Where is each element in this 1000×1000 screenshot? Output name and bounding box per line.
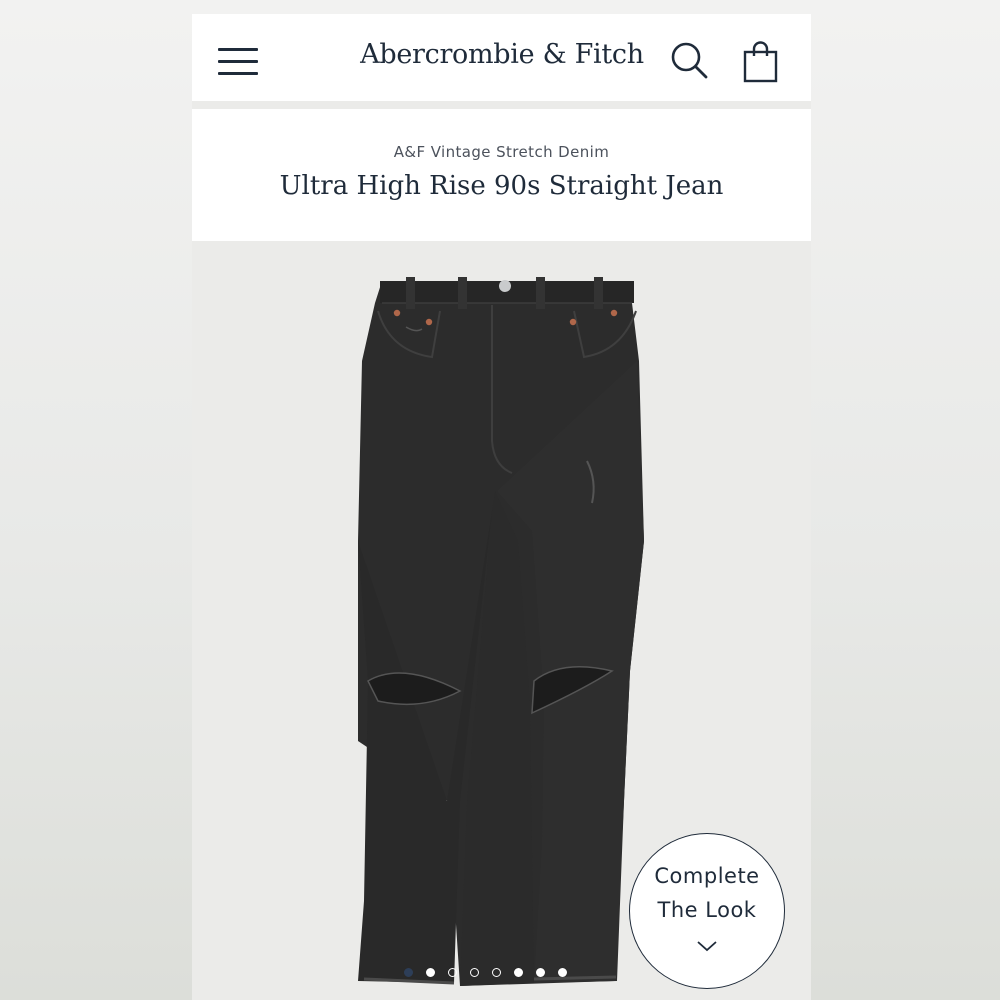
carousel-dot[interactable] [426, 967, 435, 977]
brand-logo[interactable]: Abercrombie & Fitch [357, 39, 647, 70]
product-header: A&F Vintage Stretch Denim Ultra High Ris… [192, 109, 811, 241]
carousel-dot[interactable] [514, 967, 523, 977]
search-icon[interactable] [670, 41, 710, 81]
hamburger-menu-icon[interactable] [216, 44, 258, 78]
complete-the-look-line1: Complete [654, 864, 760, 888]
shopping-bag-icon[interactable] [742, 40, 780, 84]
product-collection: A&F Vintage Stretch Denim [393, 143, 610, 161]
carousel-pagination [404, 965, 567, 979]
complete-the-look-line2: The Look [657, 898, 757, 922]
chevron-down-icon [697, 941, 717, 952]
carousel-dot[interactable] [558, 967, 567, 977]
carousel-dot[interactable] [448, 967, 457, 977]
carousel-dot[interactable] [470, 967, 479, 977]
carousel-dot[interactable] [404, 967, 413, 977]
carousel-dot[interactable] [536, 967, 545, 977]
product-title: Ultra High Rise 90s Straight Jean [279, 171, 724, 201]
complete-the-look-button[interactable]: Complete The Look [629, 833, 785, 989]
product-image-carousel[interactable]: Complete The Look [192, 241, 811, 1000]
carousel-dot[interactable] [492, 967, 501, 977]
phone-screen: Abercrombie & Fitch A&F Vintage Stretch … [192, 14, 811, 1000]
top-nav-bar: Abercrombie & Fitch [192, 14, 811, 101]
